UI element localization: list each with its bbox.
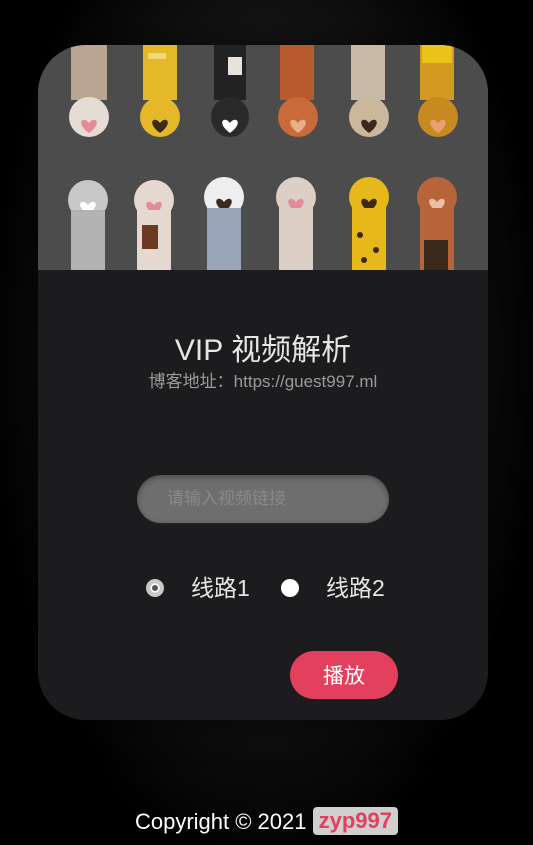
page-title: VIP 视频解析 bbox=[174, 334, 352, 367]
route-2-radio[interactable] bbox=[281, 579, 299, 597]
cat-paws-icon bbox=[38, 45, 488, 270]
play-button[interactable]: 播放 bbox=[290, 651, 398, 699]
video-url-input[interactable] bbox=[137, 475, 389, 523]
route-2-label[interactable]: 线路2 bbox=[326, 571, 385, 605]
route-selector: 线路1 线路2 bbox=[38, 571, 488, 605]
parser-card: VIP 视频解析 博客地址：https://guest997.ml 线路1 线路… bbox=[38, 45, 488, 720]
blog-address: 博客地址：https://guest997.ml bbox=[148, 372, 378, 391]
author-badge[interactable]: zyp997 bbox=[312, 807, 399, 835]
cat-paws-banner bbox=[38, 45, 488, 270]
route-1-radio[interactable] bbox=[146, 579, 164, 597]
footer: Copyright © 2021 zyp997 bbox=[0, 806, 533, 838]
copyright-text: Copyright © 2021 bbox=[134, 809, 307, 834]
route-1-label[interactable]: 线路1 bbox=[191, 571, 250, 605]
